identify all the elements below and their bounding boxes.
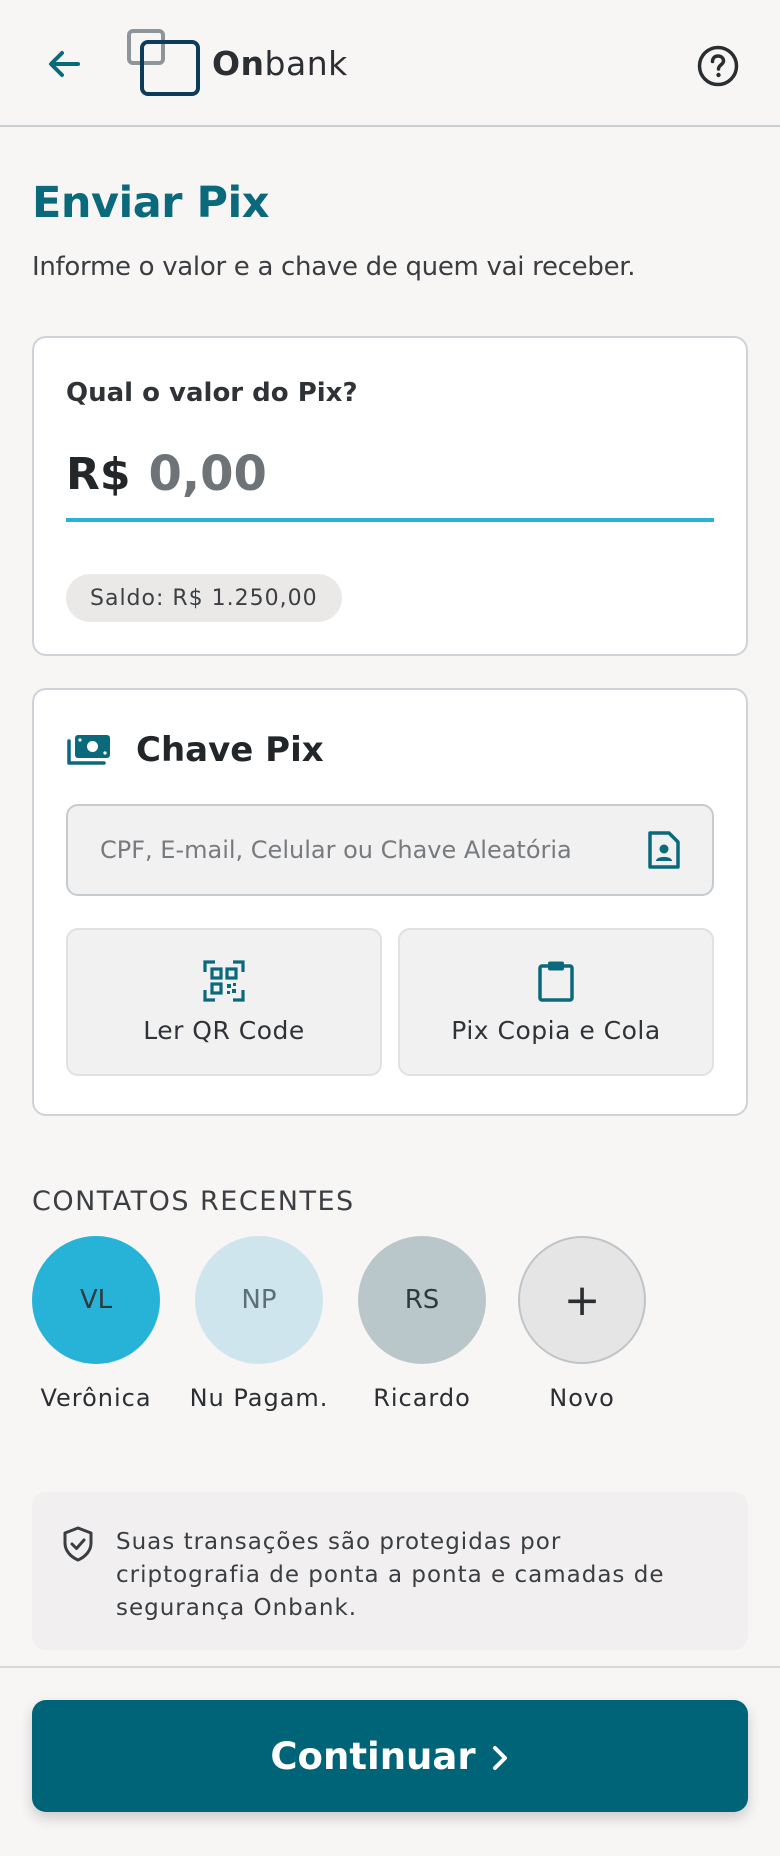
currency-symbol: R$	[66, 448, 131, 500]
page-subtitle: Informe o valor e a chave de quem vai re…	[32, 252, 636, 282]
pix-copy-paste-label: Pix Copia e Cola	[451, 1015, 661, 1045]
balance-badge: Saldo: R$ 1.250,00	[66, 574, 342, 622]
help-circle-icon	[697, 45, 739, 87]
contact-name: Ricardo	[373, 1384, 471, 1412]
avatar: NP	[195, 1236, 323, 1364]
scan-qr-code-button[interactable]: Ler QR Code	[66, 928, 382, 1076]
pix-copy-paste-button[interactable]: Pix Copia e Cola	[398, 928, 714, 1076]
recent-contacts-title: CONTATOS RECENTES	[32, 1186, 355, 1217]
amount-card: Qual o valor do Pix? R$ Saldo: R$ 1.250,…	[32, 336, 748, 656]
continue-button[interactable]: Continuar	[32, 1700, 748, 1812]
contact-name: Verônica	[40, 1384, 152, 1412]
help-button[interactable]	[688, 36, 748, 96]
shield-check-icon	[63, 1526, 93, 1562]
contact-name: Novo	[549, 1384, 615, 1412]
logo-text: Onbank	[212, 43, 348, 83]
qr-code-icon	[203, 959, 245, 1002]
money-icon	[67, 735, 110, 765]
logo-mark-icon	[127, 29, 200, 96]
recent-contact-item[interactable]: NP Nu Pagam.	[189, 1236, 329, 1412]
amount-input[interactable]	[148, 446, 669, 502]
pix-key-title: Chave Pix	[136, 730, 324, 770]
chevron-right-icon	[492, 1746, 507, 1770]
security-text: Suas transações são protegidas por cript…	[116, 1529, 665, 1621]
plus-icon: +	[518, 1236, 646, 1364]
page-title: Enviar Pix	[32, 178, 269, 228]
scan-qr-code-label: Ler QR Code	[143, 1015, 305, 1045]
onbank-logo: Onbank	[126, 28, 348, 98]
continue-label: Continuar	[270, 1734, 476, 1778]
contact-name: Nu Pagam.	[189, 1384, 329, 1412]
avatar: VL	[32, 1236, 160, 1364]
footer-bar: Continuar	[0, 1666, 780, 1856]
amount-label: Qual o valor do Pix?	[66, 378, 358, 408]
clipboard-icon	[538, 961, 574, 1002]
recent-contact-item[interactable]: RS Ricardo	[352, 1236, 492, 1412]
recent-contact-item[interactable]: VL Verônica	[26, 1236, 166, 1412]
avatar: RS	[358, 1236, 486, 1364]
amount-field: R$	[66, 438, 714, 522]
pix-key-card: Chave Pix Ler QR Code Pix Cop	[32, 688, 748, 1116]
pix-key-field	[66, 804, 714, 896]
contacts-button[interactable]	[644, 828, 684, 872]
contact-book-icon	[648, 831, 680, 869]
pix-key-header: Chave Pix	[66, 730, 324, 770]
new-contact-button[interactable]: + Novo	[512, 1236, 652, 1412]
security-notice: Suas transações são protegidas por cript…	[32, 1492, 748, 1650]
back-button[interactable]	[36, 36, 92, 92]
pix-key-input[interactable]	[100, 836, 644, 864]
arrow-left-icon	[49, 51, 80, 77]
app-header: Onbank	[0, 0, 780, 127]
